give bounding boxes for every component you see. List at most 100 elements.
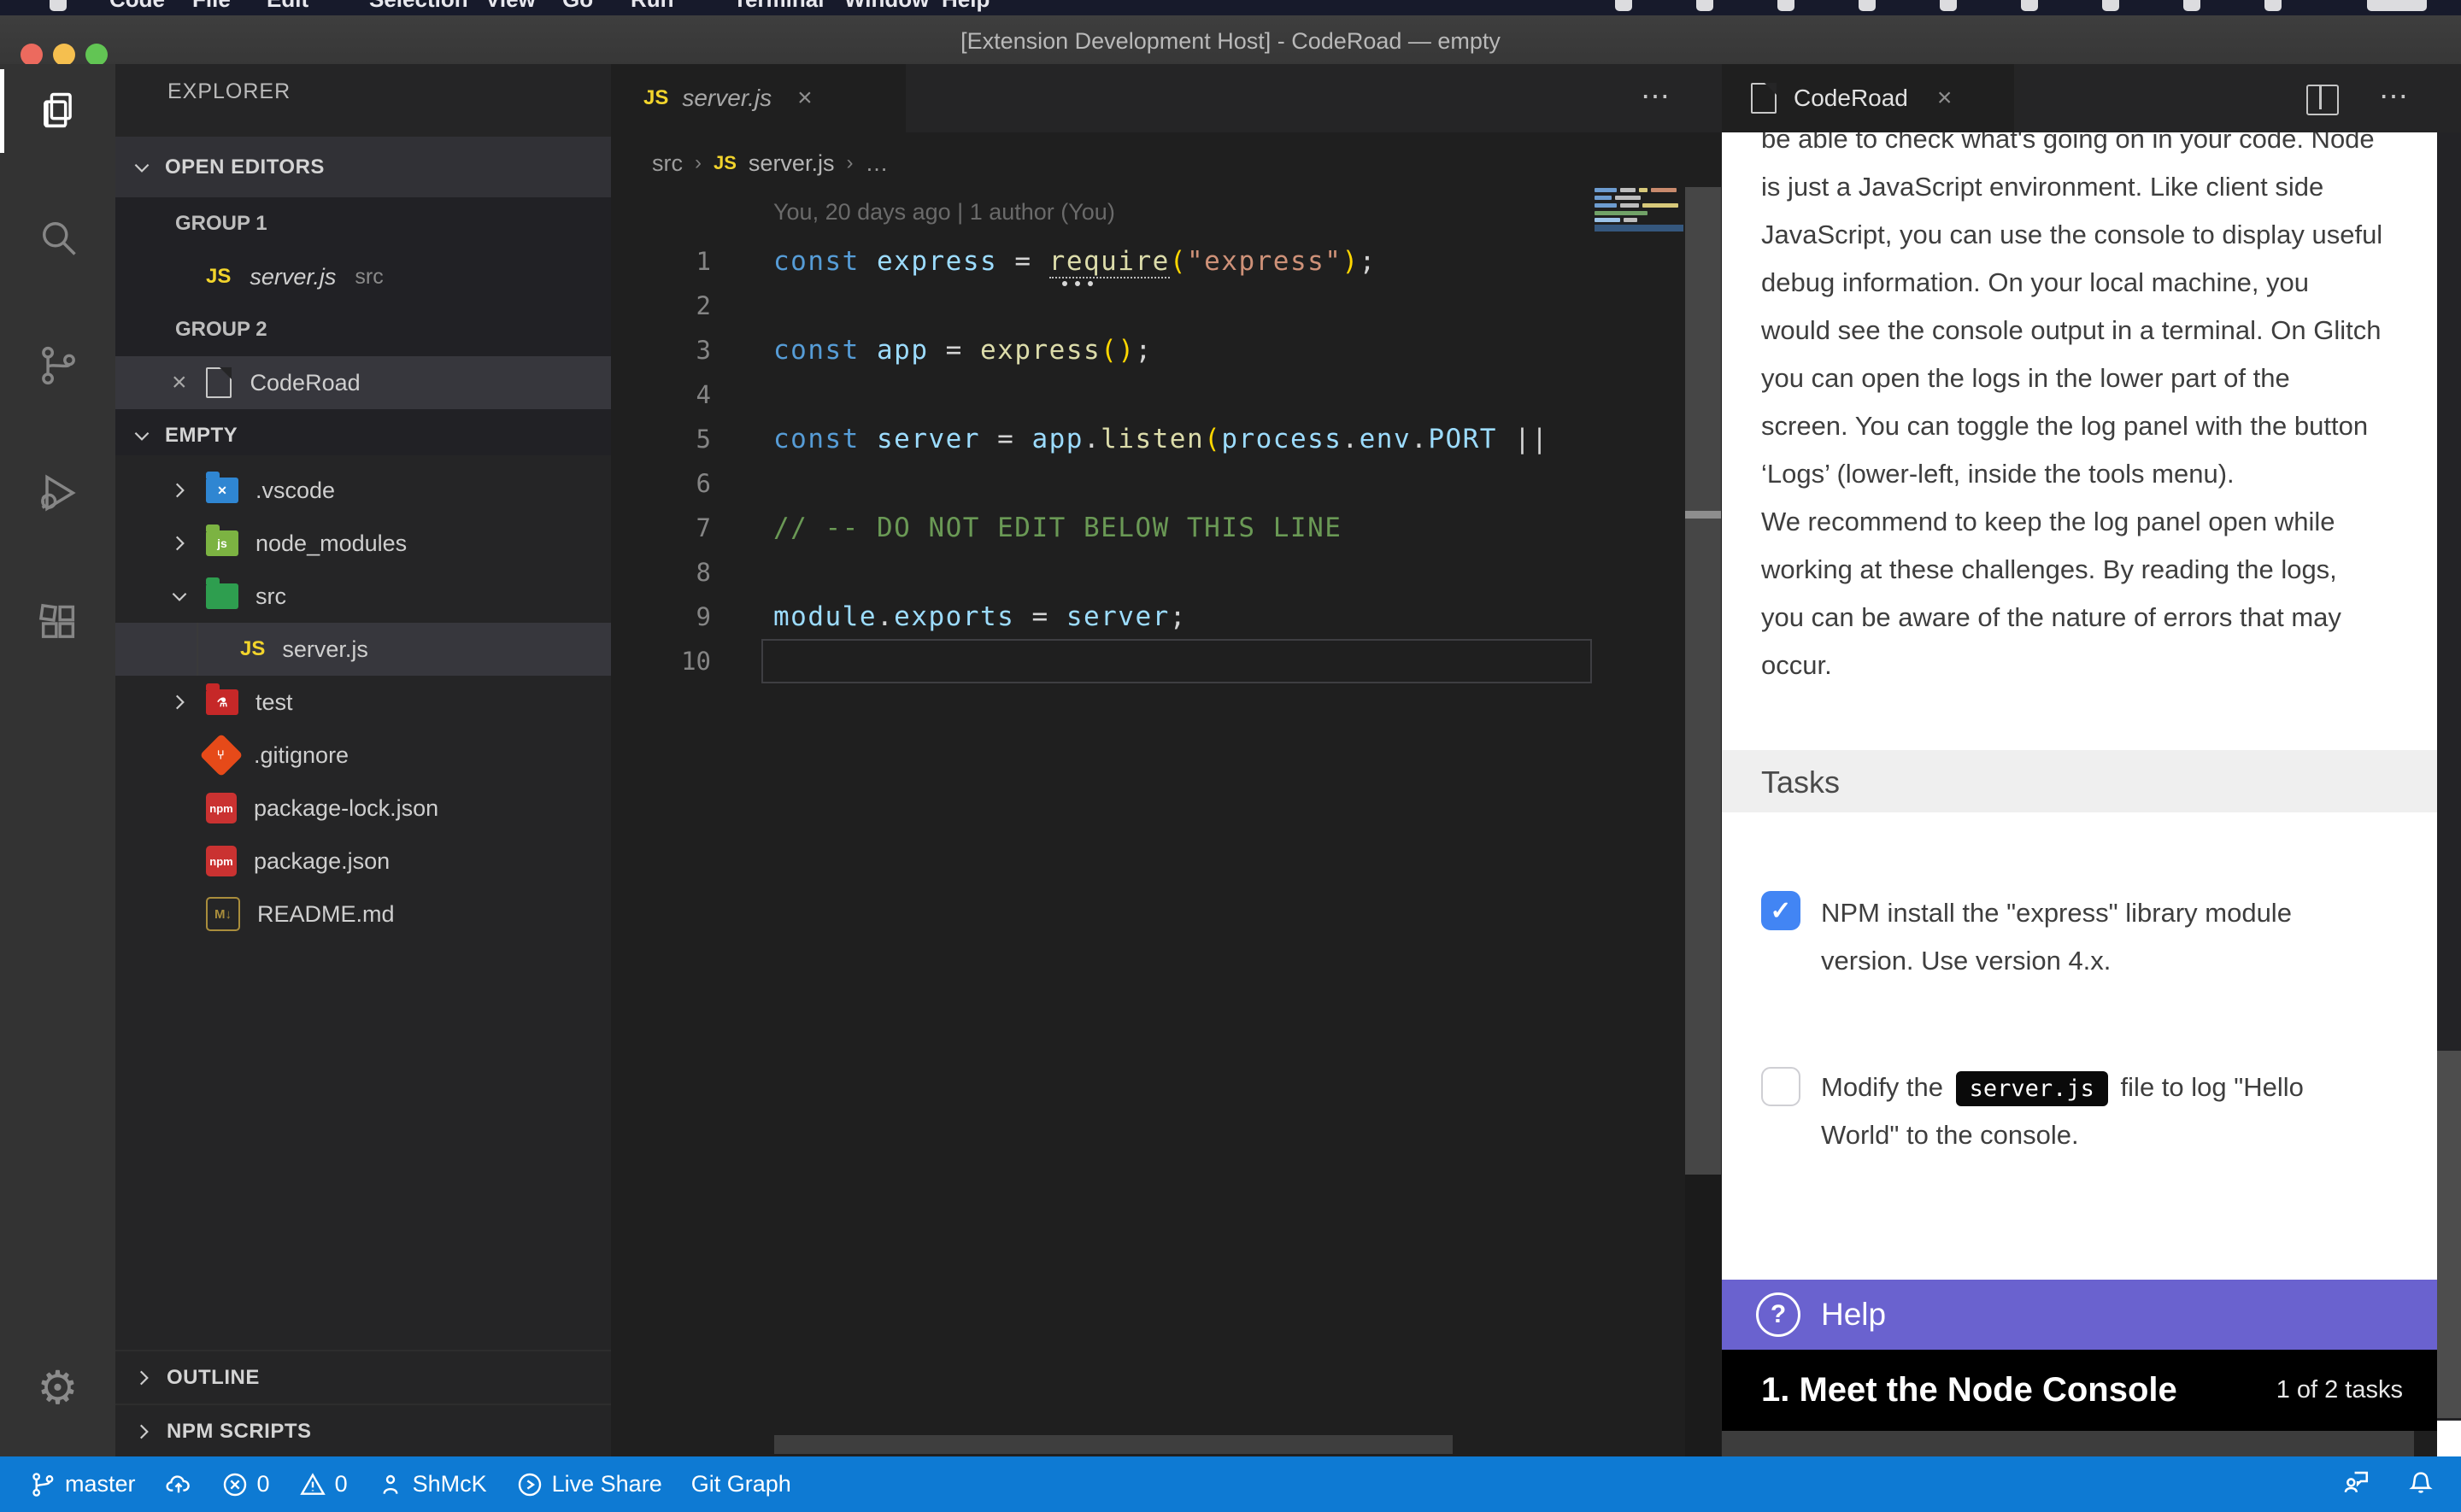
lesson-text-line: occur. — [1761, 642, 2411, 689]
status-item-git-graph[interactable]: Git Graph — [691, 1471, 791, 1497]
chevron-right-icon — [168, 479, 191, 501]
lesson-text-line: debug information. On your local machine… — [1761, 259, 2411, 307]
src-folder-icon — [206, 583, 238, 609]
run-debug-icon[interactable] — [0, 446, 115, 540]
chevron-down-icon — [168, 585, 191, 607]
task-text: NPM install the "express" library module — [1821, 889, 2419, 937]
close-icon[interactable]: × — [172, 370, 187, 396]
lesson-text-line: would see the console output in a termin… — [1761, 307, 2411, 355]
menubar-status-icon[interactable] — [2183, 0, 2200, 11]
task-checkbox-checked[interactable]: ✓ — [1761, 891, 1800, 930]
coderoad-webview: be able to check what's going on in your… — [1722, 132, 2437, 1456]
tree-item-README.md[interactable]: M↓README.md — [115, 888, 611, 941]
code-line-6: 6 — [611, 461, 1594, 506]
status-bar-left: master 0 0 ShMcK Live Share Git Graph — [0, 1471, 791, 1498]
horizontal-scrollbar-thumb[interactable] — [774, 1435, 1453, 1454]
editor-scrollbar-track[interactable] — [1685, 187, 1721, 1175]
vscode-folder-icon: ✕ — [206, 478, 238, 503]
tree-item-.vscode[interactable]: ✕.vscode — [115, 464, 611, 517]
menu-item-view[interactable]: View — [485, 0, 536, 13]
close-icon[interactable]: × — [1937, 84, 1953, 113]
editor-scrollbar-track-lower[interactable] — [1685, 1175, 1721, 1456]
tree-item-test[interactable]: ⚗test — [115, 676, 611, 729]
open-editor-item-server.js[interactable]: JSserver.jssrc — [115, 250, 611, 303]
menubar-status-icon[interactable] — [2021, 0, 2038, 11]
editor-group-right: CodeRoad × ⋯ be able to check what's goi… — [1722, 64, 2461, 1456]
extensions-icon[interactable] — [0, 577, 115, 671]
status-item-0[interactable]: 0 — [221, 1471, 270, 1498]
menu-item-file[interactable]: File — [192, 0, 231, 13]
tree-item-label: package.json — [254, 848, 390, 875]
search-icon[interactable] — [0, 190, 115, 284]
webview-scrollbar-track[interactable] — [2437, 132, 2461, 1456]
tree-item-package-lock.json[interactable]: npmpackage-lock.json — [115, 782, 611, 835]
tree-item-package.json[interactable]: npm package.json — [115, 835, 611, 888]
menubar-status-icon[interactable] — [2264, 0, 2282, 11]
status-bar: master 0 0 ShMcK Live Share Git Graph — [0, 1456, 2461, 1512]
breadcrumb-item[interactable]: src — [652, 150, 683, 177]
tree-item-node_modules[interactable]: jsnode_modules — [115, 517, 611, 570]
menubar-status-icon[interactable] — [2367, 0, 2427, 11]
editor-actions-more-icon[interactable]: ⋯ — [2379, 79, 2410, 114]
files-icon[interactable] — [0, 64, 115, 158]
editor-actions-more-icon[interactable]: ⋯ — [1641, 79, 1671, 114]
status-item-0[interactable]: 0 — [299, 1471, 348, 1498]
menu-item-go[interactable]: Go — [562, 0, 593, 13]
section-folder-empty[interactable]: EMPTY — [115, 409, 611, 462]
menubar-status-icon[interactable] — [1940, 0, 1957, 11]
js-file-icon: JS — [206, 265, 231, 289]
menubar-status-icon[interactable] — [1777, 0, 1794, 11]
menubar-status-icon[interactable] — [1696, 0, 1713, 11]
npm-icon: npm — [206, 846, 237, 876]
tab-label: server.js — [682, 85, 772, 112]
section-npm-scripts[interactable]: NPM SCRIPTS — [115, 1404, 611, 1456]
section-outline[interactable]: OUTLINE — [115, 1350, 611, 1404]
status-item-master[interactable]: master — [29, 1471, 136, 1498]
file-icon — [1751, 83, 1777, 114]
menu-item-window[interactable]: Window — [844, 0, 929, 13]
menu-item-terminal[interactable]: Terminal — [733, 0, 824, 13]
vscode-window: Code File Edit Selection View Go Run Terminal Wi… — [0, 0, 2461, 1512]
settings-gear-icon[interactable]: ⚙ — [0, 1341, 115, 1435]
code-line-9: 9module.exports = server; — [611, 595, 1594, 639]
source-control-icon[interactable] — [0, 319, 115, 413]
bell-icon[interactable] — [2406, 1467, 2435, 1502]
breadcrumb-item[interactable]: server.js — [749, 150, 835, 177]
status-item-shmck[interactable]: ShMcK — [377, 1471, 487, 1498]
open-editor-item-CodeRoad[interactable]: ×CodeRoad — [115, 356, 611, 409]
tree-item-src[interactable]: src — [115, 570, 611, 623]
menu-item-code[interactable]: Code — [109, 0, 165, 13]
close-icon[interactable]: × — [797, 84, 813, 113]
menubar-status-icon[interactable] — [1615, 0, 1632, 11]
minimap[interactable] — [1595, 188, 1683, 299]
apple-menu-icon[interactable] — [50, 0, 67, 11]
js-file-icon: JS — [240, 637, 265, 661]
line-number: 2 — [611, 284, 711, 328]
menu-item-run[interactable]: Run — [631, 0, 674, 13]
git-icon: ⑂ — [200, 734, 244, 777]
menu-item-edit[interactable]: Edit — [267, 0, 308, 13]
breadcrumb-item[interactable]: … — [865, 150, 888, 177]
menu-item-help[interactable]: Help — [942, 0, 990, 13]
open-editor-label: server.js — [250, 264, 336, 290]
lesson-text-line: is just a JavaScript environment. Like c… — [1761, 163, 2411, 211]
status-item-live-share[interactable]: Live Share — [516, 1471, 662, 1498]
menubar-status-icon[interactable] — [1859, 0, 1876, 11]
split-editor-icon[interactable] — [2306, 85, 2339, 115]
code-line-3: 3const app = express(); — [611, 328, 1594, 372]
webview-scrollbar-thumb[interactable] — [2437, 1051, 2461, 1418]
section-open-editors[interactable]: OPEN EDITORS — [115, 137, 611, 197]
tree-item-server.js[interactable]: JSserver.js — [115, 623, 611, 676]
window-title-bar[interactable]: [Extension Development Host] - CodeRoad … — [0, 15, 2461, 64]
help-button[interactable]: ? Help — [1722, 1280, 2437, 1350]
tab-server-js[interactable]: JS server.js × — [611, 64, 906, 132]
feedback-icon[interactable] — [2341, 1467, 2370, 1502]
status-item-cloud-upload-icon[interactable] — [165, 1471, 192, 1498]
menu-item-selection[interactable]: Selection — [369, 0, 468, 13]
menubar-status-icon[interactable] — [2102, 0, 2119, 11]
inlay-hint-dots — [1062, 281, 1113, 286]
tree-item-.gitignore[interactable]: ⑂.gitignore — [115, 729, 611, 782]
editor-scrollbar-thumb[interactable] — [1685, 511, 1721, 519]
task-checkbox-unchecked[interactable] — [1761, 1067, 1800, 1106]
tab-coderoad[interactable]: CodeRoad × — [1722, 64, 2014, 132]
